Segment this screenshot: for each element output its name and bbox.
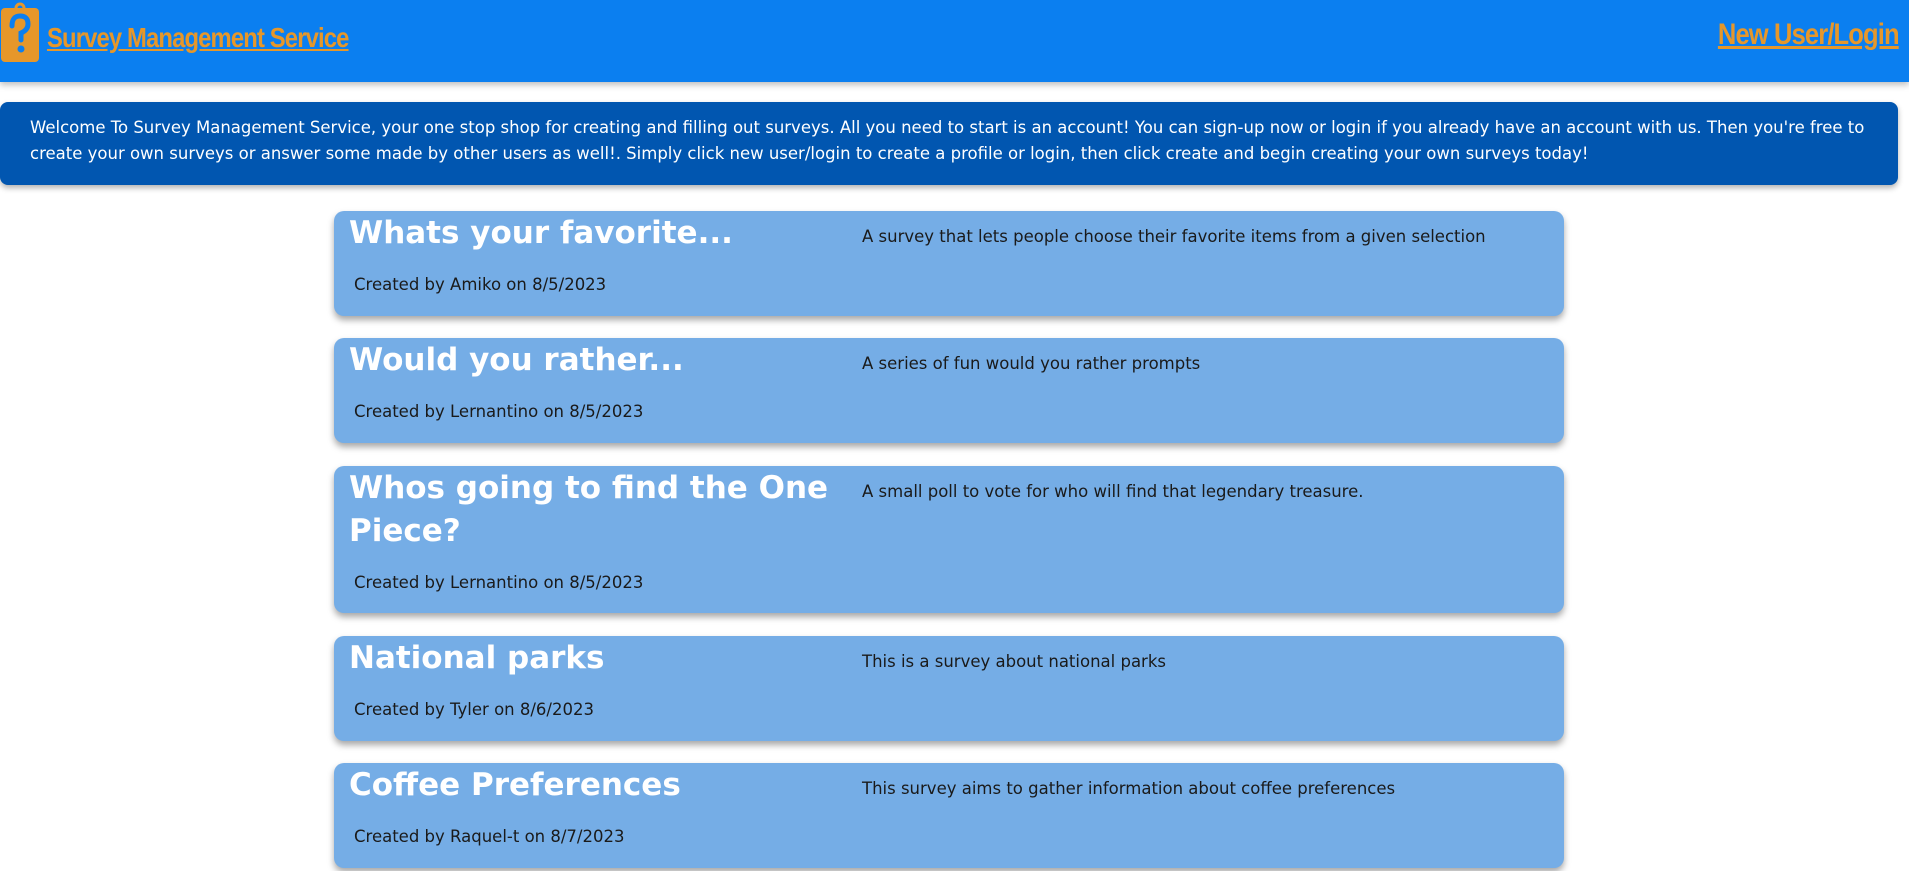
survey-meta: Created by Raquel-t on 8/7/2023 (354, 827, 625, 846)
survey-meta: Created by Tyler on 8/6/2023 (354, 700, 594, 719)
welcome-text: Welcome To Survey Management Service, yo… (30, 118, 1865, 163)
survey-title[interactable]: Would you rather... (349, 339, 829, 382)
survey-card[interactable]: Would you rather... A series of fun woul… (334, 338, 1564, 443)
survey-card[interactable]: Whos going to find the One Piece? A smal… (334, 466, 1564, 613)
survey-title[interactable]: National parks (349, 637, 829, 680)
survey-card[interactable]: National parks This is a survey about na… (334, 636, 1564, 741)
survey-meta: Created by Lernantino on 8/5/2023 (354, 402, 644, 421)
survey-card[interactable]: Whats your favorite... A survey that let… (334, 211, 1564, 316)
survey-card[interactable]: Coffee Preferences This survey aims to g… (334, 763, 1564, 868)
survey-title[interactable]: Coffee Preferences (349, 764, 829, 807)
survey-meta: Created by Amiko on 8/5/2023 (354, 275, 607, 294)
survey-meta: Created by Lernantino on 8/5/2023 (354, 573, 644, 592)
survey-title[interactable]: Whos going to find the One Piece? (349, 467, 829, 553)
survey-description: A small poll to vote for who will find t… (862, 482, 1364, 501)
survey-description: A survey that lets people choose their f… (862, 227, 1486, 246)
welcome-banner: Welcome To Survey Management Service, yo… (0, 102, 1898, 185)
top-navbar: Survey Management Service New User/Login (0, 0, 1909, 82)
brand-link[interactable]: Survey Management Service (47, 22, 349, 54)
new-user-login-link[interactable]: New User/Login (1718, 18, 1900, 52)
survey-description: This is a survey about national parks (862, 652, 1166, 671)
question-tag-icon[interactable] (0, 2, 40, 62)
survey-description: A series of fun would you rather prompts (862, 354, 1201, 373)
survey-title[interactable]: Whats your favorite... (349, 212, 829, 255)
survey-description: This survey aims to gather information a… (862, 779, 1396, 798)
